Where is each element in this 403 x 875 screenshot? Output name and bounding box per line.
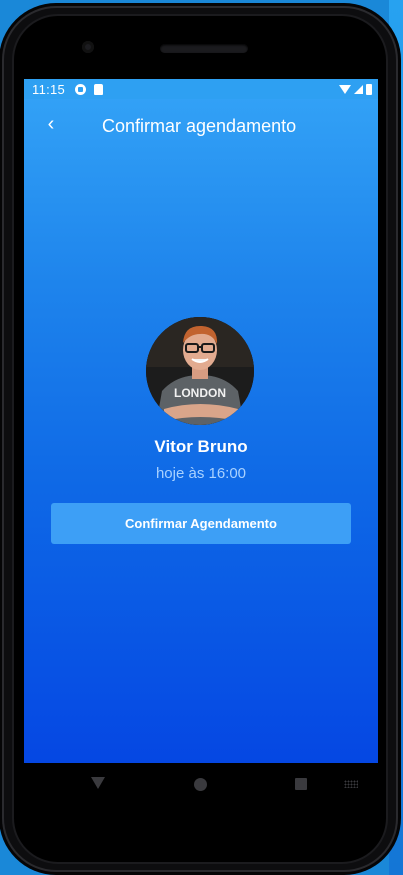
status-bar: 11:15 xyxy=(24,79,378,99)
status-right-icons xyxy=(339,83,372,95)
notification-icon xyxy=(75,83,87,95)
nav-recents-icon[interactable] xyxy=(295,778,307,790)
front-camera xyxy=(82,41,94,53)
provider-photo: LONDON xyxy=(146,317,254,425)
provider-name: Vitor Bruno xyxy=(154,437,248,456)
earpiece-speaker xyxy=(160,44,248,53)
appointment-time: hoje às 16:00 xyxy=(155,465,247,482)
app-screen: 11:15 ‹ Confirmar agendamento LONDON Vit… xyxy=(24,79,378,763)
back-button[interactable]: ‹ xyxy=(38,111,64,137)
system-nav-bar xyxy=(24,763,378,809)
avatar: LONDON xyxy=(146,317,254,425)
wifi-icon xyxy=(339,84,351,94)
shirt-text: LONDON xyxy=(174,386,226,400)
battery-icon xyxy=(366,83,372,95)
confirm-appointment-button[interactable]: Confirmar Agendamento xyxy=(51,503,351,544)
signal-icon xyxy=(354,84,363,94)
status-time: 11:15 xyxy=(32,81,66,97)
sd-card-icon xyxy=(94,83,104,95)
page-title: Confirmar agendamento xyxy=(102,116,297,136)
keyboard-icon[interactable] xyxy=(344,780,358,788)
app-header: ‹ Confirmar agendamento xyxy=(24,109,378,143)
nav-home-icon[interactable] xyxy=(194,778,207,791)
nav-back-icon[interactable] xyxy=(91,777,105,789)
chevron-left-icon: ‹ xyxy=(47,112,55,135)
